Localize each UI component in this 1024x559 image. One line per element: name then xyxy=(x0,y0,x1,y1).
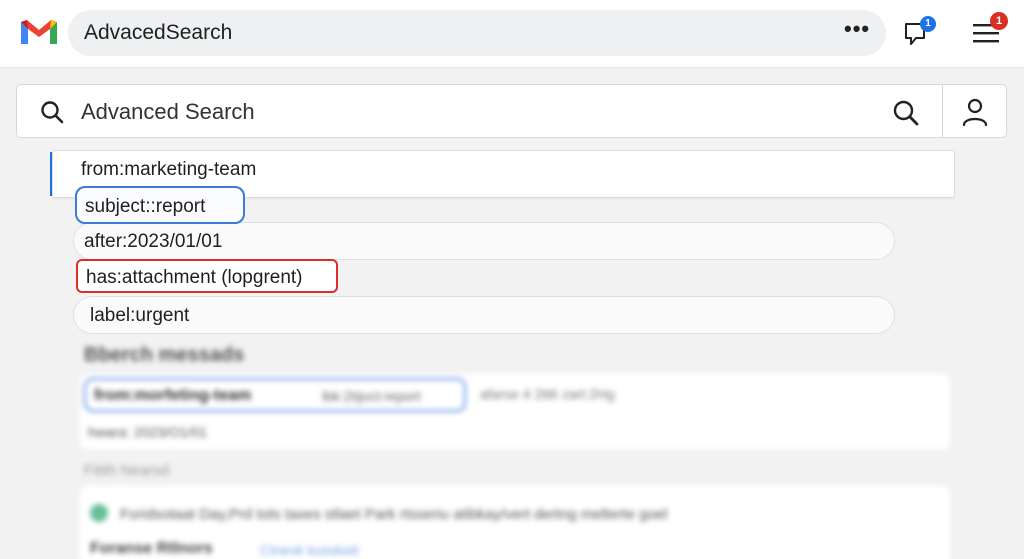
message-result-card[interactable]: Foridsotaat Day,Prd tots taxes stlaet Pa… xyxy=(80,486,950,559)
suggestion-after-label: after:2023/01/01 xyxy=(84,231,223,252)
more-options-button[interactable]: ••• xyxy=(844,18,870,46)
query-second-line: hwara: 2023/O1/01 xyxy=(88,424,208,440)
query-extra-text: afarse 4 2tt6 zart:2Hg xyxy=(480,386,615,402)
results-subheading: Fitith Nearsd xyxy=(84,462,170,479)
top-app-bar: AdvacedSearch ••• 1 1 xyxy=(0,0,1024,68)
suggestion-subject[interactable]: subject::report xyxy=(75,186,245,224)
main-menu-button[interactable]: 1 xyxy=(970,12,1008,50)
search-submit-icon[interactable] xyxy=(891,98,921,128)
search-results-area: Bberch messads from:morfeting-team lbk:2… xyxy=(0,336,1024,559)
chat-button[interactable]: 1 xyxy=(902,16,936,50)
query-pill[interactable]: from:morfeting-team lbk:2tijoct:report xyxy=(84,378,466,412)
message-link[interactable]: Ctnesk kusskett xyxy=(260,542,359,558)
results-section-title: Bberch messads xyxy=(84,344,245,366)
search-icon xyxy=(41,101,64,124)
message-sender: Foranse Rtlnors xyxy=(90,540,213,557)
advanced-search-input[interactable]: Advanced Search xyxy=(16,84,1007,138)
search-label: Advanced Search xyxy=(81,99,255,124)
app-search-bar[interactable]: AdvacedSearch ••• xyxy=(68,10,886,56)
gmail-logo-icon[interactable] xyxy=(18,16,60,48)
message-preview: Foridsotaat Day,Prd tots taxes stlaet Pa… xyxy=(120,506,668,523)
suggestion-label-label: label:urgent xyxy=(90,305,190,326)
suggestion-from-label: from:marketing-team xyxy=(81,159,257,180)
account-icon[interactable] xyxy=(959,96,991,128)
chat-badge: 1 xyxy=(920,16,936,32)
query-main-text: from:morfeting-team xyxy=(94,387,252,404)
suggestion-has-attachment-label: has:attachment (lopgrent) xyxy=(86,267,303,288)
suggestion-label[interactable]: label:urgent xyxy=(73,296,895,334)
app-search-title[interactable]: AdvacedSearch xyxy=(84,21,232,45)
sender-avatar xyxy=(90,504,108,522)
suggestion-has-attachment[interactable]: has:attachment (lopgrent) xyxy=(76,259,338,293)
query-rest-text: lbk:2tijoct:report xyxy=(322,388,421,404)
suggestion-subject-label: subject::report xyxy=(85,196,206,217)
query-preview-card[interactable]: from:morfeting-team lbk:2tijoct:report a… xyxy=(80,374,950,449)
search-divider xyxy=(942,85,943,137)
suggestion-after[interactable]: after:2023/01/01 xyxy=(73,222,895,260)
menu-badge: 1 xyxy=(990,12,1008,30)
